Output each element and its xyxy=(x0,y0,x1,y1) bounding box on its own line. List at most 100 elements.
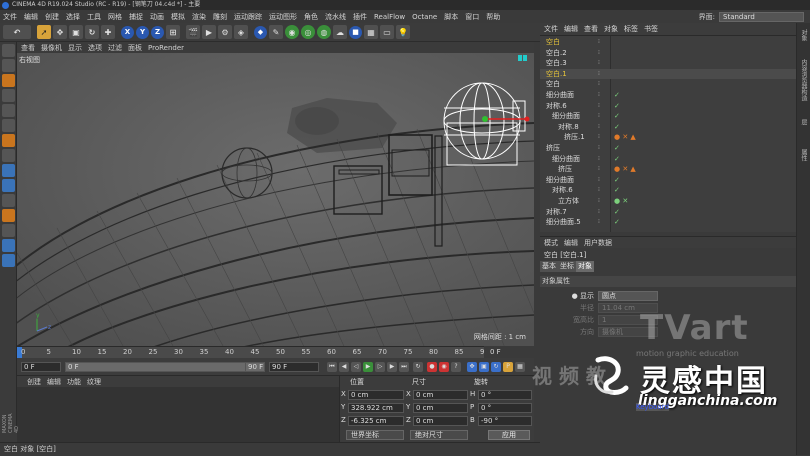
move-tool-icon[interactable]: ✥ xyxy=(53,25,67,39)
solo-icon[interactable] xyxy=(2,194,15,207)
menu-item-17[interactable]: Octane xyxy=(412,13,437,21)
viewport-menu-item-0[interactable]: 查看 xyxy=(21,43,35,53)
light-icon[interactable]: 💡 xyxy=(396,25,410,39)
object-tags[interactable]: ✓ xyxy=(614,175,620,185)
pos-z-field[interactable]: -6.325 cm xyxy=(348,416,404,426)
visibility-dots-icon[interactable]: ⁝ xyxy=(598,122,600,132)
menu-item-12[interactable]: 运动图形 xyxy=(269,12,297,22)
next-key-icon[interactable]: ▶ xyxy=(387,362,397,372)
keyframe-selection-icon[interactable]: ? xyxy=(451,362,461,372)
menu-item-2[interactable]: 创建 xyxy=(45,12,59,22)
abs-size-dropdown[interactable]: 绝对尺寸 xyxy=(410,430,468,440)
tab-object[interactable]: 对象 xyxy=(576,261,594,272)
edges-mode-icon[interactable] xyxy=(2,119,15,132)
snap-icon[interactable] xyxy=(2,179,15,192)
object-row[interactable]: 空白 ⁝ xyxy=(540,37,796,47)
planar-workplane-icon[interactable] xyxy=(2,239,15,252)
record-icon[interactable]: ● xyxy=(427,362,437,372)
menu-item-14[interactable]: 流水线 xyxy=(325,12,346,22)
z-axis-button[interactable]: Z xyxy=(151,25,164,39)
next-frame-icon[interactable]: ▷ xyxy=(375,362,385,372)
visibility-dots-icon[interactable]: ⁝ xyxy=(598,79,600,89)
select-tool-icon[interactable]: ➚ xyxy=(37,25,51,39)
pen-icon[interactable]: ✎ xyxy=(269,25,283,39)
undo-button[interactable]: ↶ xyxy=(3,25,31,39)
visibility-dots-icon[interactable]: ⁝ xyxy=(598,217,600,227)
pos-x-field[interactable]: 0 cm xyxy=(348,390,404,400)
object-row[interactable]: 细分曲面 ⁝ ✓ xyxy=(540,111,796,121)
model-mode-icon[interactable] xyxy=(2,59,15,72)
goto-end-icon[interactable]: ⏭ xyxy=(399,362,409,372)
loop-icon[interactable]: ↻ xyxy=(413,362,423,372)
dock-tab[interactable]: 构造 xyxy=(799,89,808,101)
object-row[interactable]: 细分曲面 ⁝ ✓ xyxy=(540,90,796,100)
viewport[interactable]: y z 右视图 网格间距 : 1 cm xyxy=(17,53,534,346)
visibility-dots-icon[interactable]: ⁝ xyxy=(598,207,600,217)
rotate-tool-icon[interactable]: ↻ xyxy=(85,25,99,39)
object-row[interactable]: 挤压 ⁝ ✓ xyxy=(540,143,796,153)
visibility-dots-icon[interactable]: ⁝ xyxy=(598,37,600,47)
deformer-icon[interactable]: ◍ xyxy=(317,25,331,39)
visibility-dots-icon[interactable]: ⁝ xyxy=(598,101,600,111)
environment-icon[interactable]: ☁ xyxy=(333,25,347,39)
menu-item-16[interactable]: RealFlow xyxy=(374,13,405,21)
cube-icon[interactable]: ◆ xyxy=(254,25,267,39)
goto-start-icon[interactable]: ⏮ xyxy=(327,362,337,372)
menu-item-10[interactable]: 雕刻 xyxy=(213,12,227,22)
viewport-menu-item-3[interactable]: 选项 xyxy=(88,43,102,53)
render-view-icon[interactable]: 🎬 xyxy=(186,25,200,39)
object-tags[interactable]: ● ✕ ▲ xyxy=(614,132,636,142)
size-z-field[interactable]: 0 cm xyxy=(413,416,468,426)
dock-tab[interactable]: 属性 xyxy=(799,149,808,161)
material-menu-item-3[interactable]: 纹理 xyxy=(87,377,101,387)
texture-mode-icon[interactable] xyxy=(2,74,15,87)
object-menu-item-1[interactable]: 编辑 xyxy=(564,24,578,34)
tab-basic[interactable]: 基本 xyxy=(540,261,558,272)
menu-item-19[interactable]: 窗口 xyxy=(465,12,479,22)
material-menu-item-1[interactable]: 编辑 xyxy=(47,377,61,387)
menu-item-8[interactable]: 模拟 xyxy=(171,12,185,22)
viewport-menu-item-1[interactable]: 摄像机 xyxy=(41,43,62,53)
object-row[interactable]: 对称.7 ⁝ ✓ xyxy=(540,207,796,217)
menu-item-15[interactable]: 插件 xyxy=(353,12,367,22)
world-coords-dropdown[interactable]: 世界坐标 xyxy=(346,430,404,440)
menu-item-7[interactable]: 动画 xyxy=(150,12,164,22)
start-frame-field[interactable]: 0 F xyxy=(21,362,61,372)
object-tags[interactable]: ✓ xyxy=(614,154,620,164)
visibility-dots-icon[interactable]: ⁝ xyxy=(598,154,600,164)
visibility-dots-icon[interactable]: ⁝ xyxy=(598,132,600,142)
floor-icon[interactable]: ▭ xyxy=(380,25,394,39)
position-key-icon[interactable]: ✥ xyxy=(467,362,477,372)
render-picture-icon[interactable]: ▶ xyxy=(202,25,216,39)
visibility-dots-icon[interactable]: ⁝ xyxy=(598,196,600,206)
apply-button[interactable]: 应用 xyxy=(488,430,530,440)
frame-range-slider[interactable]: 0 F xyxy=(65,362,265,372)
material-menu-item-2[interactable]: 功能 xyxy=(67,377,81,387)
visibility-dots-icon[interactable]: ⁝ xyxy=(598,69,600,79)
zoom-view-icon[interactable] xyxy=(523,55,527,61)
menu-item-11[interactable]: 运动跟踪 xyxy=(234,12,262,22)
viewport-menu-item-4[interactable]: 过滤 xyxy=(108,43,122,53)
object-menu-item-5[interactable]: 书签 xyxy=(644,24,658,34)
object-row[interactable]: 立方体 ⁝ ● ✕ xyxy=(540,196,796,206)
attribute-menu-item-0[interactable]: 模式 xyxy=(544,238,558,248)
viewport-menu-item-6[interactable]: ProRender xyxy=(148,44,184,52)
menu-item-1[interactable]: 编辑 xyxy=(24,12,38,22)
tweak-icon[interactable] xyxy=(2,164,15,177)
visibility-dots-icon[interactable]: ⁝ xyxy=(598,143,600,153)
prev-key-icon[interactable]: ◀ xyxy=(339,362,349,372)
menu-item-0[interactable]: 文件 xyxy=(3,12,17,22)
add-tool-icon[interactable]: ✚ xyxy=(101,25,115,39)
object-menu-item-2[interactable]: 查看 xyxy=(584,24,598,34)
dock-tab[interactable]: 层 xyxy=(799,119,808,125)
object-row[interactable]: 空白.1 ⁝ xyxy=(540,68,796,79)
object-menu-item-3[interactable]: 对象 xyxy=(604,24,618,34)
sculpt-icon[interactable] xyxy=(2,209,15,222)
rot-b-field[interactable]: -90 ° xyxy=(478,416,532,426)
object-tags[interactable]: ✓ xyxy=(614,122,620,132)
attribute-menu-item-1[interactable]: 编辑 xyxy=(564,238,578,248)
polygons-mode-icon[interactable] xyxy=(2,134,15,147)
viewport-menu-item-5[interactable]: 面板 xyxy=(128,43,142,53)
end-frame-field[interactable]: 90 F xyxy=(269,362,319,372)
menu-item-3[interactable]: 选择 xyxy=(66,12,80,22)
